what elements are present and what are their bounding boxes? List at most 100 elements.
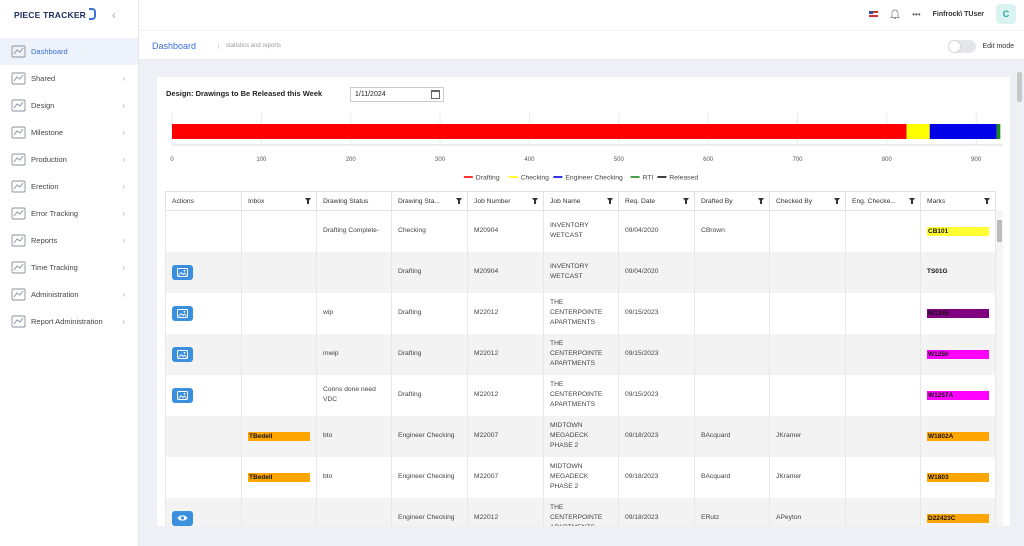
column-header-label: Job Number xyxy=(474,197,511,205)
column-header[interactable]: Checked By xyxy=(769,191,846,211)
mark-badge[interactable]: W1250 xyxy=(927,349,989,359)
image-button[interactable] xyxy=(172,305,193,321)
image-button[interactable] xyxy=(172,387,193,403)
x-tick-label: 400 xyxy=(524,157,535,163)
table-row[interactable]: Drafting M20904 INVENTORY WETCAST 09/04/202… xyxy=(165,251,996,293)
sidebar-item-time-tracking[interactable]: Time Tracking › xyxy=(0,254,138,281)
sidebar-item-reports[interactable]: Reports › xyxy=(0,227,138,254)
mark-badge[interactable]: D22423C xyxy=(927,513,989,523)
sidebar-item-report-administration[interactable]: Report Administration › xyxy=(0,308,138,335)
chevron-left-icon[interactable]: ‹ xyxy=(112,8,116,22)
inbox-badge[interactable]: TBedell xyxy=(248,472,310,482)
table-row[interactable]: wip Drafting M22012 THE CENTERPOINTE APARTM… xyxy=(165,292,996,334)
bar-segment-rti[interactable] xyxy=(996,124,1001,139)
column-header-label: Job Name xyxy=(550,197,581,205)
column-header[interactable]: Marks xyxy=(920,191,996,211)
filter-icon[interactable] xyxy=(305,198,311,204)
page-scrollbar[interactable] xyxy=(1017,72,1022,512)
eng-cell xyxy=(845,456,921,498)
column-header[interactable]: Drafted By xyxy=(694,191,770,211)
column-header[interactable]: Drawing Sta... xyxy=(391,191,468,211)
inbox-cell xyxy=(241,374,317,416)
sidebar-item-label: Time Tracking xyxy=(31,263,78,272)
column-header[interactable]: Inbox xyxy=(241,191,317,211)
calendar-icon[interactable] xyxy=(431,90,440,99)
filter-icon[interactable] xyxy=(834,198,840,204)
column-header[interactable]: Req. Date xyxy=(618,191,695,211)
filter-icon[interactable] xyxy=(758,198,764,204)
legend-label[interactable]: Engineer Checking xyxy=(565,175,623,182)
x-tick-label: 900 xyxy=(971,157,982,163)
bar-segment-engineer-checking[interactable] xyxy=(929,124,997,139)
mark-badge[interactable]: W1803 xyxy=(927,472,989,482)
filter-icon[interactable] xyxy=(984,198,990,204)
image-icon xyxy=(177,349,188,359)
inbox-badge[interactable]: TBedell xyxy=(248,431,310,441)
bell-icon[interactable] xyxy=(890,9,901,20)
app-logo[interactable]: PIECE TRACKER ‹ xyxy=(0,0,138,30)
sidebar-item-milestone[interactable]: Milestone › xyxy=(0,119,138,146)
sidebar-item-dashboard[interactable]: Dashboard xyxy=(0,38,138,65)
mark-cell: D22423C xyxy=(920,497,996,526)
mark-label[interactable]: TS01G xyxy=(927,268,948,275)
job-cell: M20904 xyxy=(467,210,544,252)
column-header[interactable]: Eng. Checke... xyxy=(845,191,921,211)
dashboard-icon xyxy=(10,44,26,60)
column-header[interactable]: Job Number xyxy=(467,191,544,211)
column-header[interactable]: Job Name xyxy=(543,191,619,211)
column-header[interactable]: Actions xyxy=(165,191,242,211)
column-header[interactable]: Drawing Status xyxy=(316,191,392,211)
table-row[interactable]: Engineer Checking M22012 THE CENTERPOINTE … xyxy=(165,497,996,526)
column-header-label: Drafted By xyxy=(701,197,733,205)
us-flag-icon[interactable] xyxy=(869,11,879,17)
chevron-right-icon: › xyxy=(122,290,125,299)
filter-icon[interactable] xyxy=(909,198,915,204)
sidebar-item-production[interactable]: Production › xyxy=(0,146,138,173)
table-row[interactable]: TBedell bto Engineer Checking M22007 MIDTOWN… xyxy=(165,415,996,457)
status-cell xyxy=(316,497,392,526)
table-body: Drafting Complete- Checking M20904 INVENTOR… xyxy=(165,210,996,526)
stage-cell: Engineer Checking xyxy=(391,497,468,526)
more-icon[interactable]: ••• xyxy=(912,10,920,19)
filter-icon[interactable] xyxy=(532,198,538,204)
image-button[interactable] xyxy=(172,346,193,362)
mark-badge[interactable]: CB101 xyxy=(927,226,989,236)
image-button[interactable] xyxy=(172,264,193,280)
sidebar-item-administration[interactable]: Administration › xyxy=(0,281,138,308)
filter-icon[interactable] xyxy=(683,198,689,204)
mark-badge[interactable]: W1257A xyxy=(927,390,989,400)
view-button[interactable] xyxy=(172,510,193,526)
legend-label[interactable]: RTI xyxy=(643,175,654,182)
chevron-right-icon: › xyxy=(122,128,125,137)
legend-label[interactable]: Released xyxy=(669,175,698,182)
table-row[interactable]: Conns done need VDC Drafting M22012 THE CEN… xyxy=(165,374,996,416)
bar-segment-drafting[interactable] xyxy=(172,124,907,139)
sidebar-item-design[interactable]: Design › xyxy=(0,92,138,119)
sidebar-item-error-tracking[interactable]: Error Tracking › xyxy=(0,200,138,227)
user-name[interactable]: Finfrock\ TUser xyxy=(933,11,984,18)
sidebar-item-shared[interactable]: Shared › xyxy=(0,65,138,92)
page-scrollbar-thumb[interactable] xyxy=(1017,72,1022,102)
avatar[interactable]: C xyxy=(996,4,1016,24)
legend-label[interactable]: Checking xyxy=(521,175,550,182)
edit-mode-toggle[interactable] xyxy=(948,40,976,53)
date-cell: 09/18/2023 xyxy=(618,415,695,457)
mark-badge[interactable]: W1802A xyxy=(927,431,989,441)
milestone-icon xyxy=(10,125,26,141)
name-cell: THE CENTERPOINTE APARTMENTS xyxy=(543,292,619,334)
date-input[interactable]: 1/11/2024 xyxy=(350,87,444,102)
filter-icon[interactable] xyxy=(456,198,462,204)
table-row[interactable]: TBedell bto Engineer Checking M22007 MIDTOWN… xyxy=(165,456,996,498)
table-scrollbar[interactable] xyxy=(996,210,1003,526)
table-row[interactable]: Drafting Complete- Checking M20904 INVENTOR… xyxy=(165,210,996,252)
bar-segment-checking[interactable] xyxy=(906,124,930,139)
eye-icon xyxy=(177,515,188,521)
inbox-cell xyxy=(241,333,317,375)
sidebar-item-erection[interactable]: Erection › xyxy=(0,173,138,200)
dashboard-card: Design: Drawings to Be Released this Wee… xyxy=(157,77,1010,526)
legend-label[interactable]: Drafting xyxy=(476,175,500,182)
filter-icon[interactable] xyxy=(607,198,613,204)
table-row[interactable]: mwip Drafting M22012 THE CENTERPOINTE APART… xyxy=(165,333,996,375)
table-scrollbar-thumb[interactable] xyxy=(997,220,1002,242)
mark-badge[interactable]: W1245 xyxy=(927,308,989,318)
